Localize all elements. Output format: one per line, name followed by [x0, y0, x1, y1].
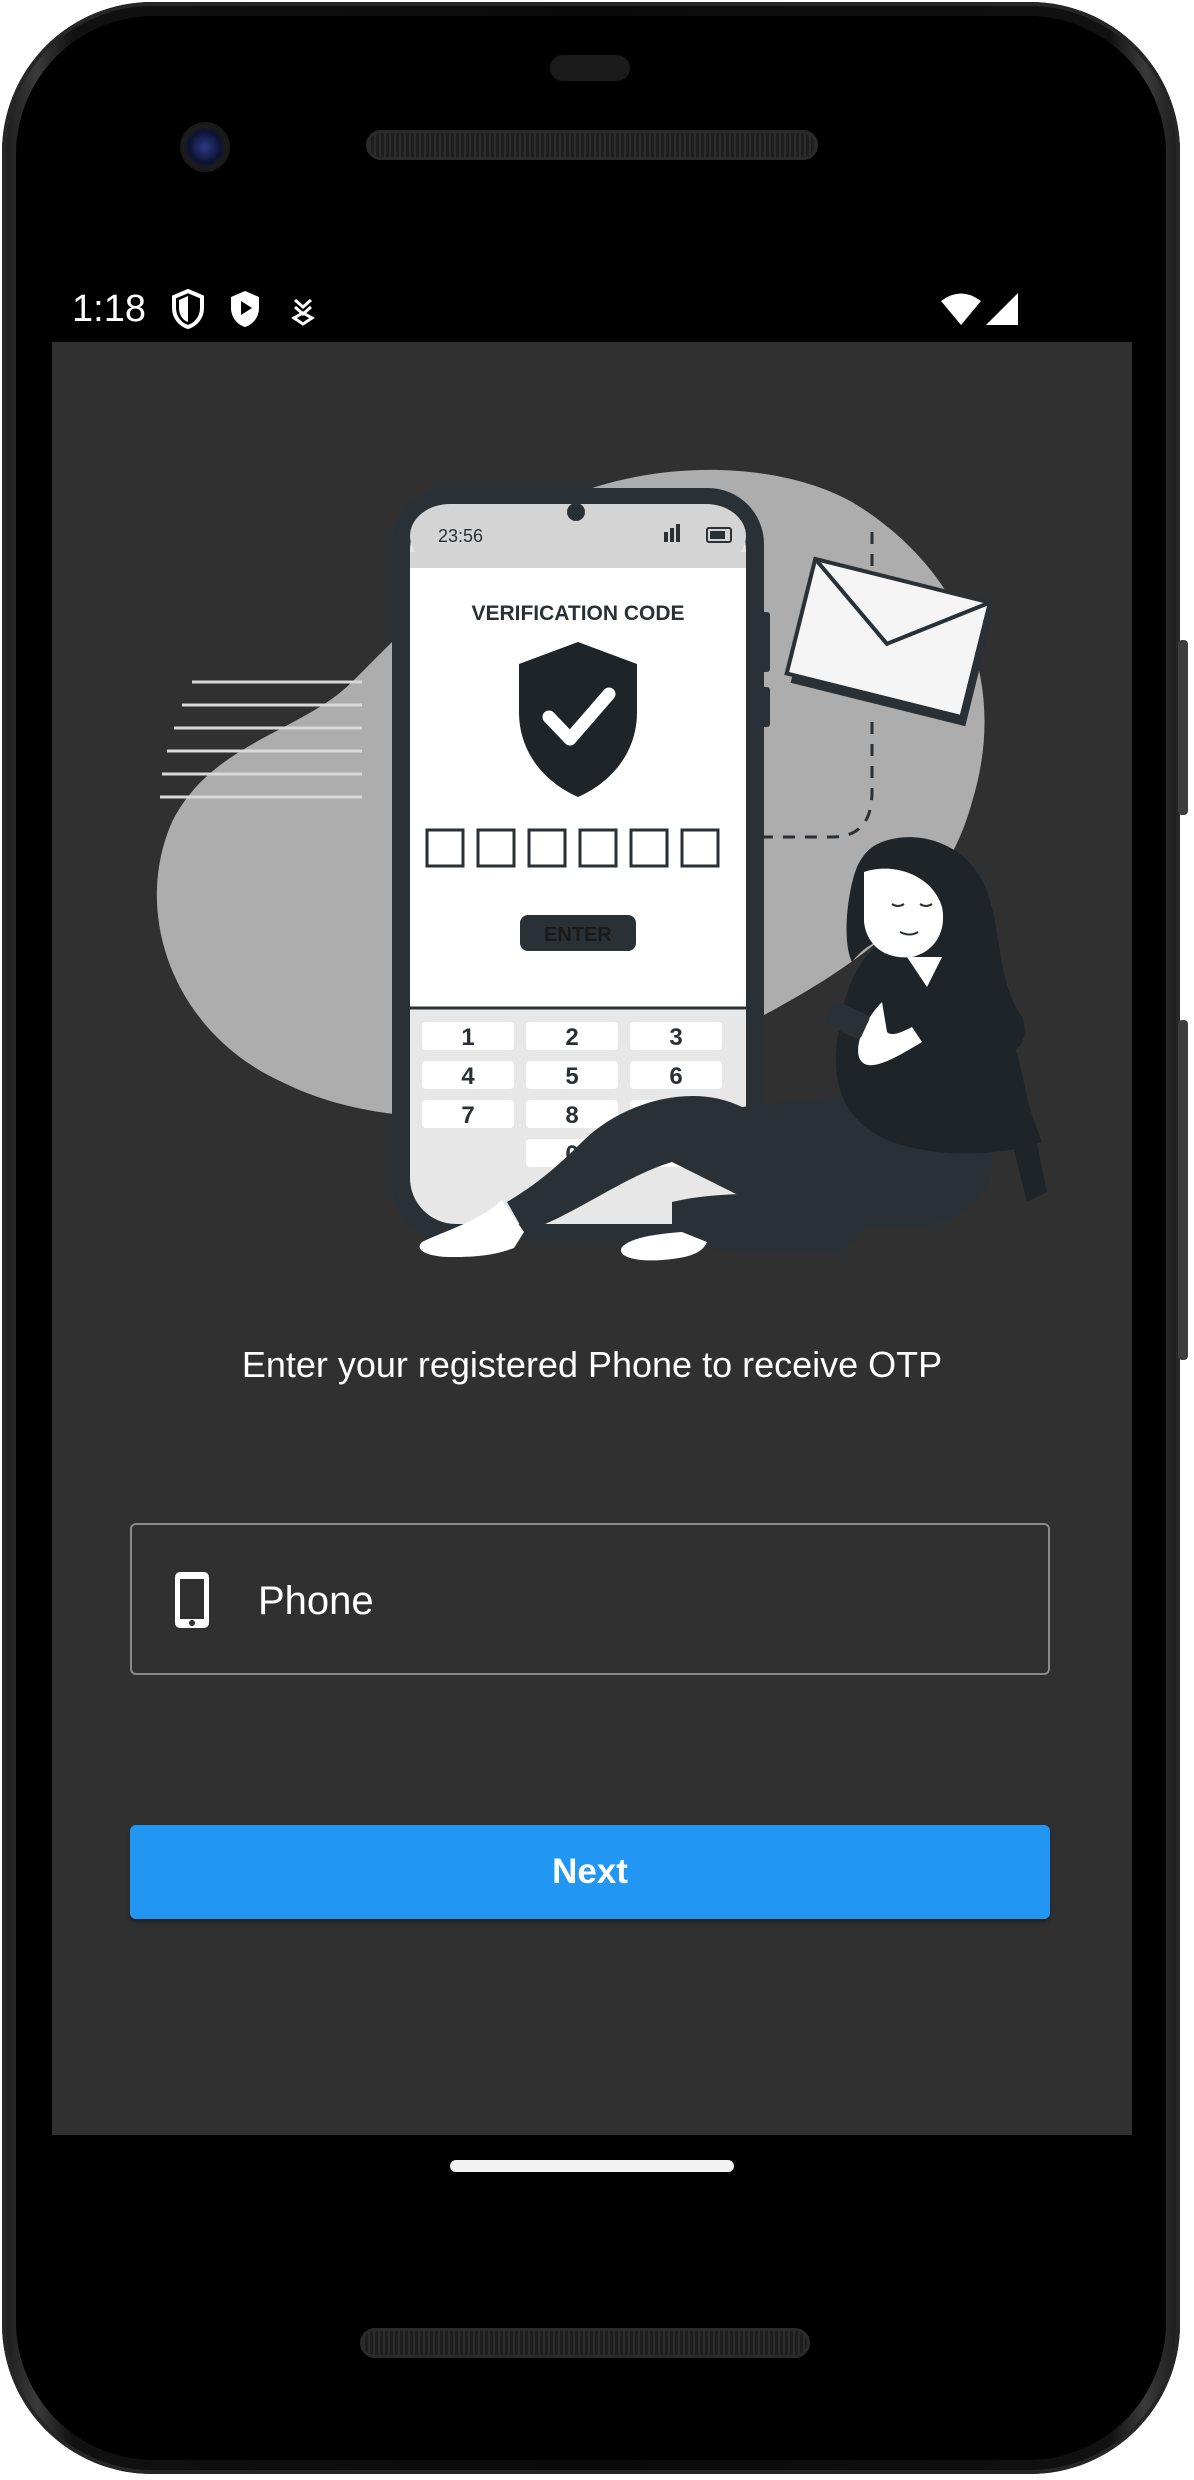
status-time: 1:18	[72, 288, 146, 330]
shield-play-icon	[227, 288, 263, 335]
illustration-heading: VERIFICATION CODE	[471, 602, 684, 625]
keypad-key-3: 3	[669, 1024, 682, 1051]
top-speaker-grille	[366, 130, 818, 160]
shield-outline-icon	[170, 288, 206, 335]
download-arrow-icon	[290, 296, 316, 331]
keypad-key-5: 5	[565, 1063, 578, 1090]
phone-field[interactable]	[130, 1523, 1050, 1675]
smartphone-icon	[174, 1571, 210, 1634]
status-bar: 1:18	[52, 280, 1132, 342]
app-screen: 23:56 VERIFICATION CODE ENTER 1 2 3 4 5 …	[52, 342, 1132, 2135]
otp-verification-illustration: 23:56 VERIFICATION CODE ENTER 1 2 3 4 5 …	[156, 469, 1047, 1261]
next-button[interactable]: Next	[130, 1825, 1050, 1919]
illustration-enter-button: ENTER	[544, 924, 612, 946]
phone-input[interactable]	[256, 1565, 1020, 1637]
keypad-key-2: 2	[565, 1024, 578, 1051]
wifi-icon	[940, 292, 982, 331]
illustration-phone-time: 23:56	[438, 526, 483, 546]
power-button	[1178, 640, 1188, 815]
keypad-key-1: 1	[461, 1024, 474, 1051]
home-gesture-bar[interactable]	[450, 2160, 734, 2172]
keypad-key-4: 4	[461, 1063, 475, 1090]
keypad-key-6: 6	[669, 1063, 682, 1090]
volume-button	[1178, 1020, 1188, 1360]
front-camera	[180, 122, 230, 172]
cellular-signal-icon	[985, 292, 1019, 331]
bottom-speaker-grille	[360, 2328, 810, 2358]
otp-instructions: Enter your registered Phone to receive O…	[241, 1344, 943, 1385]
keypad-key-8: 8	[565, 1102, 578, 1129]
keypad-key-7: 7	[461, 1102, 474, 1129]
earpiece	[550, 55, 630, 81]
